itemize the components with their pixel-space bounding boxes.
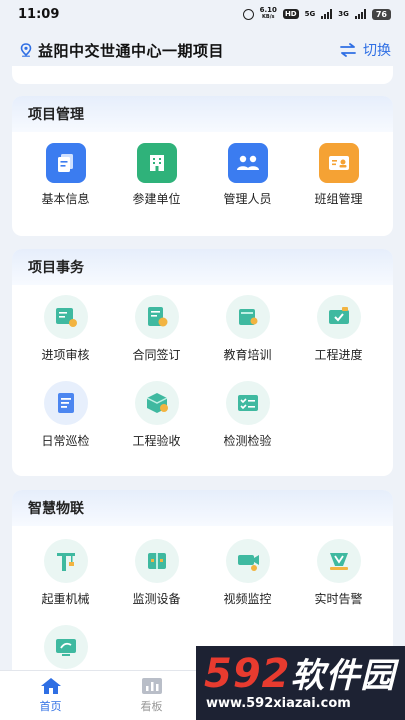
network-speed: 6.10 KB/s [259, 6, 277, 21]
home-icon [40, 678, 61, 694]
switch-label: 切换 [363, 43, 391, 59]
item-label: 班组管理 [314, 192, 363, 206]
item-label: 管理人员 [223, 192, 272, 206]
item-realtime-alarm[interactable]: 实时告警 [293, 539, 384, 607]
item-label: 实时告警 [314, 592, 363, 606]
crane-icon [43, 539, 88, 583]
tab-dashboard[interactable]: 看板 [101, 671, 202, 720]
net1-label: 5G [304, 10, 316, 18]
swap-icon [340, 43, 356, 57]
section-project-affairs: 项目事务 进项审核 合同签订 教育培训 工程进度 日常巡检 工程验收 检测检验 [12, 249, 393, 476]
switch-project-button[interactable]: 切换 [339, 40, 391, 60]
contract-icon [134, 295, 179, 339]
alarm-clock-icon [242, 8, 254, 20]
item-label: 起重机械 [41, 592, 90, 606]
item-daily-inspection[interactable]: 日常巡检 [20, 381, 111, 449]
item-monitoring-equipment[interactable]: 监测设备 [111, 539, 202, 607]
previous-card-edge [12, 66, 393, 84]
tab-home[interactable]: 首页 [0, 671, 101, 720]
signal-icon [321, 9, 333, 19]
section-project-management: 项目管理 基本信息 参建单位 管理人员 班组管理 [12, 96, 393, 236]
item-contract-signing[interactable]: 合同签订 [111, 295, 202, 363]
item-testing-inspection[interactable]: 检测检验 [202, 381, 293, 449]
section-title: 项目管理 [12, 96, 393, 132]
camera-icon [225, 539, 270, 583]
item-label: 教育培训 [223, 348, 272, 362]
item-incoming-audit[interactable]: 进项审核 [20, 295, 111, 363]
status-time: 11:09 [18, 6, 60, 22]
item-participating-units[interactable]: 参建单位 [111, 143, 202, 207]
project-name: 益阳中交世通中心一期项目 [38, 41, 225, 60]
watermark-text: 软件园 [290, 656, 396, 696]
item-label: 工程验收 [132, 434, 181, 448]
watermark-logo: 592软件园 www.592xiazai.com [196, 646, 405, 720]
item-basic-info[interactable]: 基本信息 [20, 143, 111, 207]
acceptance-icon [134, 381, 179, 425]
signal-icon-2 [354, 9, 366, 19]
people-icon [227, 143, 268, 183]
item-label: 参建单位 [132, 192, 181, 206]
item-project-acceptance[interactable]: 工程验收 [111, 381, 202, 449]
item-management-staff[interactable]: 管理人员 [202, 143, 293, 207]
chart-icon [141, 678, 162, 694]
document-icon [45, 143, 86, 183]
progress-icon [316, 295, 361, 339]
inspection-icon [43, 381, 88, 425]
net2-label: 3G [338, 10, 349, 18]
item-video-surveillance[interactable]: 视频监控 [202, 539, 293, 607]
item-label: 检测检验 [223, 434, 272, 448]
hd-badge: HD [282, 9, 299, 19]
item-label: 监测设备 [132, 592, 181, 606]
item-big-screen[interactable] [20, 625, 111, 676]
watermark-url: www.592xiazai.com [206, 696, 351, 711]
item-crane-machinery[interactable]: 起重机械 [20, 539, 111, 607]
team-card-icon [318, 143, 359, 183]
location-icon [20, 43, 32, 57]
testing-icon [225, 381, 270, 425]
monitor-device-icon [134, 539, 179, 583]
item-label: 视频监控 [223, 592, 272, 606]
item-project-progress[interactable]: 工程进度 [293, 295, 384, 363]
tab-label: 看板 [140, 700, 163, 713]
section-title: 项目事务 [12, 249, 393, 285]
tab-label: 首页 [39, 700, 62, 713]
item-label: 工程进度 [314, 348, 363, 362]
battery-icon: 76 [371, 8, 391, 20]
item-label: 基本信息 [41, 192, 90, 206]
item-education-training[interactable]: 教育培训 [202, 295, 293, 363]
screen-icon [43, 625, 88, 669]
audit-icon [43, 295, 88, 339]
building-icon [136, 143, 177, 183]
item-label: 日常巡检 [41, 434, 90, 448]
status-icons: 6.10 KB/s HD 5G 3G 76 [242, 6, 391, 21]
training-icon [225, 295, 270, 339]
item-label: 进项审核 [41, 348, 90, 362]
item-team-management[interactable]: 班组管理 [293, 143, 384, 207]
status-bar: 11:09 6.10 KB/s HD 5G 3G 76 [0, 0, 405, 28]
item-label: 合同签订 [132, 348, 181, 362]
section-title: 智慧物联 [12, 490, 393, 526]
alarm-icon [316, 539, 361, 583]
watermark-number: 592 [204, 651, 291, 697]
